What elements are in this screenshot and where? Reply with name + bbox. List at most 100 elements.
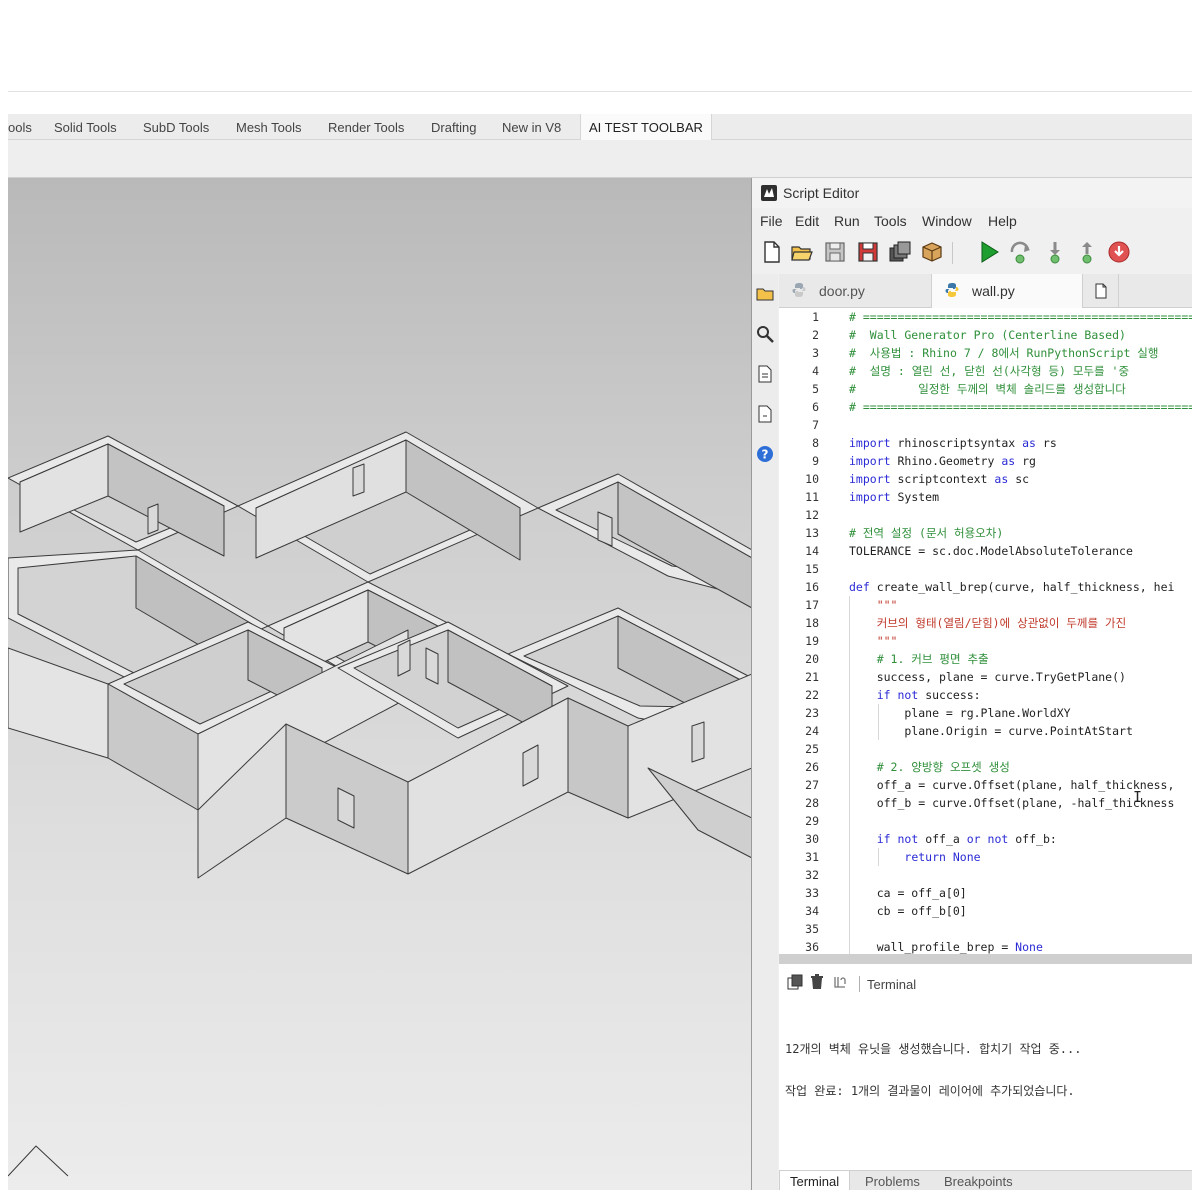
- code-line: 14 TOLERANCE = sc.doc.ModelAbsoluteTolera…: [779, 542, 1192, 560]
- code-line: 19 """: [779, 632, 1192, 650]
- code-text: """: [849, 598, 898, 612]
- keyword: return: [904, 850, 946, 864]
- keyword: not: [987, 832, 1009, 846]
- keyword: as: [1001, 454, 1016, 468]
- trash-icon[interactable]: [809, 974, 825, 990]
- keyword: if: [876, 688, 891, 702]
- save-all-icon[interactable]: [888, 240, 912, 264]
- run-icon[interactable]: [977, 240, 1001, 264]
- line-number: 32: [805, 868, 819, 882]
- toolbar-tab-new-in-v8[interactable]: New in V8: [502, 114, 561, 140]
- code-line: 34 cb = off_b[0]: [779, 902, 1192, 920]
- wrap-icon[interactable]: [833, 974, 849, 990]
- keyword: None: [952, 850, 981, 864]
- line-number: 11: [805, 490, 819, 504]
- title-area: [0, 0, 1200, 92]
- code-text: if not off_a or not off_b:: [876, 832, 1057, 846]
- toolbar-tab-solid-tools[interactable]: Solid Tools: [54, 114, 117, 140]
- editor-title: Script Editor: [783, 185, 860, 201]
- code-line: 13 # 전역 설정 (문서 허용오차): [779, 524, 1192, 542]
- step-into-icon[interactable]: [1043, 240, 1067, 264]
- toolbar-tab-tools[interactable]: ools: [8, 114, 32, 140]
- toolbar-tab-render-tools[interactable]: Render Tools: [328, 114, 404, 140]
- toolbar-tab-mesh-tools[interactable]: Mesh Tools: [236, 114, 302, 140]
- line-number: 7: [812, 418, 819, 432]
- line-number: 23: [805, 706, 819, 720]
- search-icon[interactable]: [755, 324, 775, 344]
- code-line: 27 off_a = curve.Offset(plane, half_thic…: [779, 776, 1192, 794]
- code-line: 2 # Wall Generator Pro (Centerline Based): [779, 326, 1192, 344]
- code-text: 커브의 형태(열림/닫힘)에 상관없이 두께를 가진: [849, 616, 1127, 630]
- code-text: TOLERANCE = sc.doc.ModelAbsoluteToleranc…: [849, 544, 1133, 558]
- menu-tools[interactable]: Tools: [874, 213, 907, 229]
- menu-help[interactable]: Help: [988, 213, 1017, 229]
- menu-run[interactable]: Run: [834, 213, 860, 229]
- menu-file[interactable]: File: [760, 213, 783, 229]
- document-icon[interactable]: [755, 364, 775, 384]
- help-icon[interactable]: ?: [755, 444, 775, 464]
- rhino-window: ools Solid Tools SubD Tools Mesh Tools R…: [0, 0, 1200, 1200]
- keyword: def: [849, 580, 870, 594]
- menu-window[interactable]: Window: [922, 213, 972, 229]
- code-line: 18 커브의 형태(열림/닫힘)에 상관없이 두께를 가진: [779, 614, 1192, 632]
- step-out-icon[interactable]: [1075, 240, 1099, 264]
- tab-wall-py[interactable]: wall.py: [931, 274, 1083, 308]
- new-file-icon: [1095, 283, 1107, 299]
- code-text: # Wall Generator Pro (Centerline Based): [849, 328, 1126, 342]
- line-number: 34: [805, 904, 819, 918]
- code-line: 9 import Rhino.Geometry as rg: [779, 452, 1192, 470]
- line-number: 14: [805, 544, 819, 558]
- keyword: import: [849, 490, 891, 504]
- perspective-viewport[interactable]: [8, 178, 752, 1190]
- toolbar-tab-subd-tools[interactable]: SubD Tools: [143, 114, 209, 140]
- keyword: or: [966, 832, 981, 846]
- toolbar-tab-drafting[interactable]: Drafting: [431, 114, 477, 140]
- code-text: # 사용법 : Rhino 7 / 8에서 RunPythonScript 실행: [849, 346, 1159, 360]
- package-icon[interactable]: [920, 240, 944, 264]
- terminal-line: 12개의 벽체 유닛을 생성했습니다. 합치기 작업 중...: [785, 1042, 1082, 1056]
- keyword: not: [897, 688, 919, 702]
- copy-icon[interactable]: [787, 974, 803, 990]
- code-editor[interactable]: 1 # =====================================…: [779, 308, 1192, 954]
- tab-terminal[interactable]: Terminal: [779, 1171, 851, 1190]
- line-number: 5: [812, 382, 819, 396]
- editor-toolbar: [752, 236, 1192, 270]
- tab-problems[interactable]: Problems: [865, 1174, 920, 1189]
- toolbar-tabstrip: ools Solid Tools SubD Tools Mesh Tools R…: [8, 114, 1192, 140]
- new-tab-button[interactable]: [1083, 274, 1119, 308]
- code-text: # 설명 : 열린 선, 닫힌 선(사각형 등) 모두를 '중: [849, 364, 1130, 378]
- editor-titlebar[interactable]: Script Editor: [752, 178, 1192, 208]
- line-number: 10: [805, 472, 819, 486]
- tab-breakpoints[interactable]: Breakpoints: [944, 1174, 1013, 1189]
- toolbar-band: [8, 140, 1192, 178]
- code-text: """: [849, 634, 898, 648]
- page-icon[interactable]: [755, 404, 775, 424]
- code-text: import Rhino.Geometry as rg: [849, 454, 1036, 468]
- line-number: 35: [805, 922, 819, 936]
- open-folder-icon[interactable]: [790, 240, 814, 264]
- script-editor-window: Script Editor File Edit Run Tools Window…: [751, 178, 1192, 1190]
- code-line: 16 def create_wall_brep(curve, half_thick…: [779, 578, 1192, 596]
- line-number: 1: [812, 310, 819, 324]
- keyword: import: [849, 454, 891, 468]
- code-text: cb = off_b[0]: [849, 904, 967, 918]
- line-number: 27: [805, 778, 819, 792]
- line-number: 30: [805, 832, 819, 846]
- stop-icon[interactable]: [1107, 240, 1131, 264]
- folder-icon[interactable]: [755, 284, 775, 304]
- code-text: import scriptcontext as sc: [849, 472, 1030, 486]
- tab-door-py[interactable]: door.py: [779, 274, 931, 308]
- new-file-icon[interactable]: [760, 240, 784, 264]
- menu-edit[interactable]: Edit: [795, 213, 819, 229]
- save-gray-icon[interactable]: [823, 240, 847, 264]
- step-over-icon[interactable]: [1008, 240, 1032, 264]
- code-line: 30 if not off_a or not off_b:: [779, 830, 1192, 848]
- terminal-output[interactable]: 12개의 벽체 유닛을 생성했습니다. 합치기 작업 중... 작업 완료: 1…: [785, 1014, 1081, 1126]
- code-line: 24 plane.Origin = curve.PointAtStart: [779, 722, 1192, 740]
- toolbar-tab-ai-test-toolbar[interactable]: AI TEST TOOLBAR: [580, 114, 712, 140]
- save-icon[interactable]: [856, 240, 880, 264]
- line-number: 31: [805, 850, 819, 864]
- code-line: 7: [779, 416, 1192, 434]
- editor-menubar: File Edit Run Tools Window Help: [752, 210, 1192, 232]
- panel-splitter[interactable]: [779, 954, 1192, 964]
